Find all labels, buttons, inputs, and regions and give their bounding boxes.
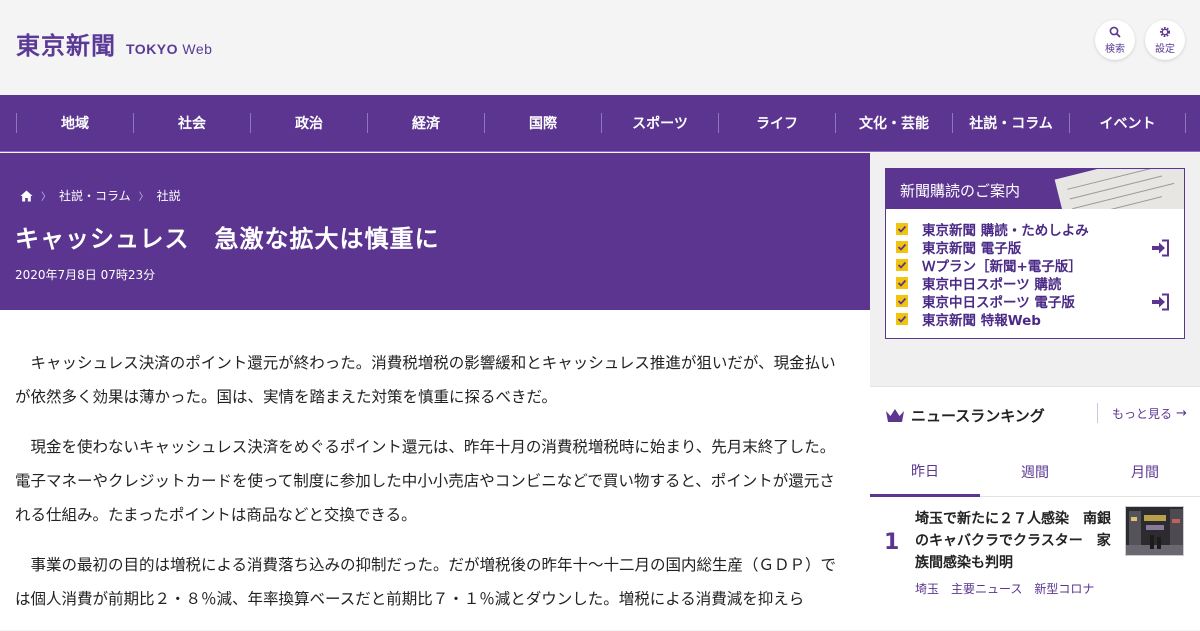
crown-icon <box>886 408 904 422</box>
site-logo[interactable]: 東京新聞 TOKYO Web <box>16 26 212 61</box>
tag-link[interactable]: 新型コロナ <box>1034 580 1094 597</box>
article-paragraph: キャッシュレス決済のポイント還元が終わった。消費税増税の影響緩和とキャッシュレス… <box>15 354 836 406</box>
site-header: 東京新聞 TOKYO Web 検索 設定 <box>0 0 1200 95</box>
rank-tags: 埼玉 主要ニュース 新型コロナ <box>915 580 1094 597</box>
nav-item-culture[interactable]: 文化・芸能 <box>835 113 952 133</box>
ranking-header: ニュースランキング <box>885 405 1045 426</box>
promo-link[interactable]: 東京新聞 特報Web <box>896 310 1089 329</box>
checkbox-icon <box>896 241 908 253</box>
checkbox-icon <box>896 259 908 271</box>
nav-item-sports[interactable]: スポーツ <box>601 113 718 133</box>
breadcrumb-separator: 〉 <box>41 192 51 203</box>
newspaper-illustration <box>1054 169 1184 209</box>
settings-button[interactable]: 設定 <box>1145 20 1185 60</box>
nav-item-international[interactable]: 国際 <box>484 113 601 133</box>
logo-english: TOKYO Web <box>126 41 213 57</box>
rank-headline[interactable]: 埼玉で新たに２７人感染 南銀のキャバクラでクラスター 家族間感染も判明 <box>915 508 1115 574</box>
nav-item-region[interactable]: 地域 <box>16 113 133 133</box>
ranking-item[interactable]: 1 埼玉で新たに２７人感染 南銀のキャバクラでクラスター 家族間感染も判明 埼玉… <box>870 498 1200 631</box>
promo-link[interactable]: 東京中日スポーツ 購読 <box>896 274 1089 293</box>
home-icon[interactable] <box>20 190 33 202</box>
checkbox-icon <box>896 313 908 325</box>
tab-yesterday[interactable]: 昨日 <box>870 447 980 497</box>
article-header: 〉 社説・コラム 〉 社説 キャッシュレス 急激な拡大は慎重に 2020年7月8… <box>0 153 870 310</box>
nav-item-events[interactable]: イベント <box>1069 113 1186 133</box>
news-ranking: ニュースランキング もっと見る → 昨日 週間 月間 1 埼玉で新たに２７人感染 … <box>870 386 1200 630</box>
tag-link[interactable]: 埼玉 <box>915 580 939 597</box>
sidebar: 新聞購読のご案内 東京新聞 購読・ためしよみ 東京新聞 電子版 Ｗプラン［新聞+… <box>870 153 1200 630</box>
breadcrumb-separator: 〉 <box>138 192 149 203</box>
logo-japanese: 東京新聞 <box>16 31 116 60</box>
subscription-promo: 新聞購読のご案内 東京新聞 購読・ためしよみ 東京新聞 電子版 Ｗプラン［新聞+… <box>885 168 1185 339</box>
promo-link[interactable]: Ｗプラン［新聞+電子版］ <box>896 256 1089 275</box>
rank-number: 1 <box>884 530 900 555</box>
promo-header: 新聞購読のご案内 <box>886 169 1184 209</box>
ranking-title: ニュースランキング <box>911 407 1045 425</box>
search-label: 検索 <box>1105 43 1125 55</box>
login-arrow-icon[interactable] <box>1150 239 1170 257</box>
search-icon <box>1109 26 1121 38</box>
tag-link[interactable]: 主要ニュース <box>951 580 1022 597</box>
promo-link[interactable]: 東京新聞 購読・ためしよみ <box>896 220 1089 239</box>
breadcrumb: 〉 社説・コラム 〉 社説 <box>20 187 181 204</box>
nav-item-politics[interactable]: 政治 <box>250 113 367 133</box>
nav-item-economy[interactable]: 経済 <box>367 113 484 133</box>
ranking-tabs: 昨日 週間 月間 <box>870 447 1200 497</box>
promo-link[interactable]: 東京新聞 電子版 <box>896 238 1089 257</box>
article-paragraph: 事業の最初の目的は増税による消費落ち込みの抑制だった。だが増税後の昨年十〜十二月… <box>15 556 837 608</box>
article-paragraph: 現金を使わないキャッシュレス決済をめぐるポイント還元は、昨年十月の消費税増税時に… <box>15 438 836 524</box>
nav-item-society[interactable]: 社会 <box>133 113 250 133</box>
nav-item-editorial[interactable]: 社説・コラム <box>952 113 1069 133</box>
checkbox-icon <box>896 223 908 235</box>
arrow-right-icon: → <box>1176 405 1187 421</box>
ranking-more-link[interactable]: もっと見る → <box>1097 403 1187 423</box>
article-title: キャッシュレス 急激な拡大は慎重に <box>15 225 440 253</box>
article-date: 2020年7月8日 07時23分 <box>15 268 156 282</box>
gear-icon <box>1160 26 1170 37</box>
login-arrow-icon[interactable] <box>1150 293 1170 311</box>
breadcrumb-editorial[interactable]: 社説・コラム <box>59 187 131 204</box>
tab-monthly[interactable]: 月間 <box>1090 447 1200 497</box>
news-thumbnail[interactable] <box>1125 506 1184 556</box>
breadcrumb-leader[interactable]: 社説 <box>157 187 181 204</box>
search-button[interactable]: 検索 <box>1095 20 1135 60</box>
promo-title: 新聞購読のご案内 <box>900 182 1021 200</box>
promo-link[interactable]: 東京中日スポーツ 電子版 <box>896 292 1089 311</box>
checkbox-icon <box>896 277 908 289</box>
tab-weekly[interactable]: 週間 <box>980 447 1090 497</box>
promo-link-list: 東京新聞 購読・ためしよみ 東京新聞 電子版 Ｗプラン［新聞+電子版］ 東京中日… <box>896 220 1089 329</box>
settings-label: 設定 <box>1155 43 1175 55</box>
main-nav: 地域 社会 政治 経済 国際 スポーツ ライフ 文化・芸能 社説・コラム イベン… <box>0 95 1200 152</box>
article-body: キャッシュレス決済のポイント還元が終わった。消費税増税の影響緩和とキャッシュレス… <box>0 310 870 630</box>
checkbox-icon <box>896 295 908 307</box>
nav-item-life[interactable]: ライフ <box>718 113 835 133</box>
